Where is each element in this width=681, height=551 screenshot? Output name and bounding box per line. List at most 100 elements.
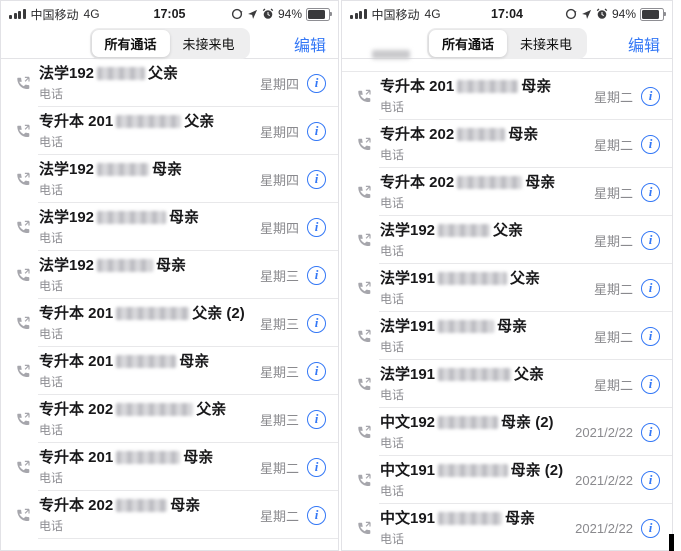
contact-name-prefix: 法学192	[39, 161, 94, 178]
info-icon[interactable]: i	[641, 471, 660, 490]
call-log-row[interactable]: 专升本 202 父亲 电话 星期三 i	[1, 395, 338, 443]
call-line-label: 电话	[39, 373, 248, 390]
info-icon[interactable]: i	[641, 87, 660, 106]
contact-name-prefix: 中文192	[380, 414, 435, 431]
call-log-row[interactable]: 专升本 202 母亲 电话 星期二 i	[1, 491, 338, 539]
call-date-label: 星期三	[260, 362, 299, 381]
call-log-row[interactable]: 法学191 母亲 电话 星期二 i	[342, 312, 672, 360]
contact-name-suffix: 母亲	[525, 174, 555, 191]
contact-name: 专升本 202 母亲	[39, 497, 248, 514]
outgoing-call-icon	[14, 458, 32, 476]
orientation-lock-icon	[231, 8, 243, 20]
call-log-row[interactable]: 专升本 201 父亲 电话 星期四 i	[1, 107, 338, 155]
call-date-label: 星期四	[260, 170, 299, 189]
carrier-label: 中国移动	[31, 6, 79, 23]
info-icon[interactable]: i	[307, 314, 326, 333]
call-log-row[interactable]: 法学192 父亲 电话 星期四 i	[1, 59, 338, 107]
contact-name-prefix: 法学192	[39, 65, 94, 82]
tab-missed-calls[interactable]: 未接来电	[507, 30, 585, 57]
outgoing-call-icon	[355, 471, 373, 489]
info-icon[interactable]: i	[641, 231, 660, 250]
contact-name-suffix: 母亲	[505, 510, 535, 527]
contact-name-suffix: 母亲	[497, 318, 527, 335]
outgoing-call-icon	[14, 506, 32, 524]
status-bar: 中国移动 4G 17:04 94%	[342, 1, 672, 25]
call-log-row[interactable]: 专升本 201 母亲 电话 星期二 i	[342, 72, 672, 120]
edit-button[interactable]: 编辑	[294, 32, 326, 56]
redacted-name-blur	[116, 451, 180, 464]
tab-missed-calls[interactable]: 未接来电	[170, 30, 248, 57]
info-icon[interactable]: i	[641, 375, 660, 394]
call-meta: 星期三 i	[260, 266, 326, 285]
call-date-label: 星期三	[260, 314, 299, 333]
redacted-name-blur	[97, 259, 153, 272]
call-date-label: 星期二	[594, 327, 633, 346]
info-icon[interactable]: i	[307, 410, 326, 429]
network-type-label: 4G	[84, 7, 100, 21]
info-icon[interactable]: i	[307, 362, 326, 381]
cellular-signal-icon	[9, 9, 26, 19]
contact-name-suffix: 母亲 (2)	[511, 462, 564, 479]
info-icon[interactable]: i	[307, 266, 326, 285]
contact-name: 法学192 母亲	[39, 161, 248, 178]
call-log-row[interactable]: 中文191 母亲 电话 2021/2/22 i	[342, 504, 672, 551]
call-log-row[interactable]: 专升本 201 父亲 (2) 电话 星期三 i	[1, 299, 338, 347]
info-icon[interactable]: i	[641, 183, 660, 202]
call-line-label: 电话	[380, 338, 582, 355]
call-log-row[interactable]: 法学191 父亲 电话 星期二 i	[342, 360, 672, 408]
battery-icon	[306, 8, 330, 21]
call-log-row[interactable]: 法学192 母亲 电话 星期三 i	[1, 251, 338, 299]
contact-name-prefix: 法学192	[380, 222, 435, 239]
call-line-label: 电话	[39, 133, 248, 150]
call-main: 专升本 201 母亲 电话	[39, 449, 248, 486]
alarm-clock-icon	[262, 8, 274, 20]
call-log-row[interactable]: 中文192 母亲 (2) 电话 2021/2/22 i	[342, 408, 672, 456]
contact-name-prefix: 专升本 201	[380, 78, 454, 95]
contact-name: 中文191 母亲 (2)	[380, 462, 563, 479]
tab-all-calls[interactable]: 所有通话	[429, 30, 507, 57]
call-line-label: 电话	[39, 469, 248, 486]
edit-button[interactable]: 编辑	[628, 32, 660, 56]
call-line-label: 电话	[39, 517, 248, 534]
info-icon[interactable]: i	[307, 506, 326, 525]
call-meta: 星期四 i	[260, 74, 326, 93]
info-icon[interactable]: i	[641, 327, 660, 346]
info-icon[interactable]: i	[307, 170, 326, 189]
call-log-row[interactable]: 法学191 父亲 电话 星期二 i	[342, 264, 672, 312]
call-log-row[interactable]: 专升本 202 母亲 电话 星期二 i	[342, 120, 672, 168]
info-icon[interactable]: i	[641, 519, 660, 538]
info-icon[interactable]: i	[641, 423, 660, 442]
recents-screenshot-pair: 中国移动 4G 17:05 94%	[0, 0, 681, 551]
redacted-name-blur	[438, 272, 507, 285]
call-log-row[interactable]: 法学192 母亲 电话 星期四 i	[1, 155, 338, 203]
call-log-row[interactable]: 法学192 父亲 电话 星期二 i	[342, 216, 672, 264]
outgoing-call-icon	[14, 314, 32, 332]
call-log-row[interactable]: 专升本 202 母亲 电话 星期二 i	[342, 168, 672, 216]
contact-name-prefix: 专升本 202	[39, 401, 113, 418]
contact-name: 专升本 201 父亲	[39, 113, 248, 130]
redacted-name-blur	[97, 67, 145, 80]
contact-name-prefix: 法学191	[380, 270, 435, 287]
call-log-row[interactable]: 专升本 201 母亲 电话 星期三 i	[1, 347, 338, 395]
call-date-label: 星期四	[260, 218, 299, 237]
call-main: 专升本 201 母亲 电话	[39, 353, 248, 390]
call-main: 专升本 202 母亲 电话	[380, 174, 582, 211]
location-arrow-icon	[581, 9, 592, 20]
info-icon[interactable]: i	[307, 74, 326, 93]
info-icon[interactable]: i	[307, 122, 326, 141]
info-icon[interactable]: i	[641, 135, 660, 154]
call-meta: 星期四 i	[260, 122, 326, 141]
contact-name-suffix: 母亲	[156, 257, 186, 274]
call-meta: 星期四 i	[260, 218, 326, 237]
info-icon[interactable]: i	[641, 279, 660, 298]
info-icon[interactable]: i	[307, 218, 326, 237]
contact-name: 专升本 201 父亲 (2)	[39, 305, 248, 322]
redacted-name-blur	[438, 368, 511, 381]
call-filter-segmented-control: 所有通话 未接来电	[89, 28, 249, 59]
tab-all-calls[interactable]: 所有通话	[91, 30, 169, 57]
call-log-row[interactable]: 中文191 母亲 (2) 电话 2021/2/22 i	[342, 456, 672, 504]
call-log-row[interactable]: 专升本 201 母亲 电话 星期二 i	[1, 443, 338, 491]
call-log-row[interactable]: 法学192 母亲 电话 星期四 i	[1, 203, 338, 251]
info-icon[interactable]: i	[307, 458, 326, 477]
contact-name-prefix: 专升本 202	[380, 126, 454, 143]
